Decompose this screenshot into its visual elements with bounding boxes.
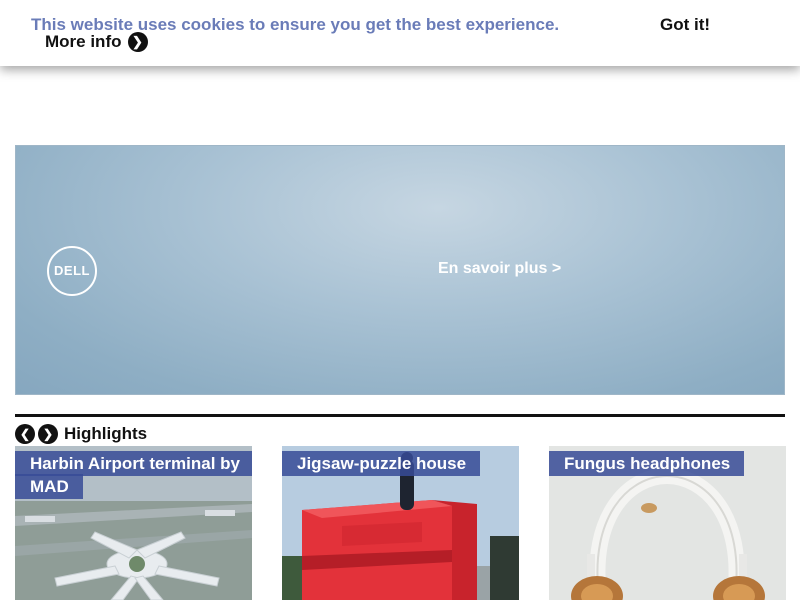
ad-cta-link[interactable]: En savoir plus > [438, 260, 561, 278]
chevron-right-icon[interactable]: ❯ [38, 424, 58, 444]
chevron-right-icon: ❯ [127, 32, 148, 52]
section-divider [15, 414, 785, 417]
got-it-button[interactable]: Got it! [660, 15, 710, 35]
dell-logo: DELL [47, 246, 97, 296]
card-title: Harbin Airport terminal by MAD [15, 451, 252, 499]
more-info-link[interactable]: More info ❯ [45, 32, 148, 52]
more-info-label: More info [45, 32, 122, 51]
highlight-card-jigsaw-house[interactable]: Jigsaw-puzzle house [282, 446, 519, 600]
cookie-consent-bar: This website uses cookies to ensure you … [0, 0, 800, 66]
highlights-header: ❮ ❯ Highlights [15, 423, 147, 445]
highlight-card-harbin-airport[interactable]: Harbin Airport terminal by MAD [15, 446, 252, 600]
card-title: Jigsaw-puzzle house [282, 451, 481, 476]
dell-ad-banner[interactable]: DELL En savoir plus > [15, 145, 785, 395]
highlight-card-fungus-headphones[interactable]: Fungus headphones [549, 446, 786, 600]
chevron-left-icon[interactable]: ❮ [15, 424, 35, 444]
card-title: Fungus headphones [549, 451, 745, 476]
highlights-title: Highlights [64, 424, 148, 443]
